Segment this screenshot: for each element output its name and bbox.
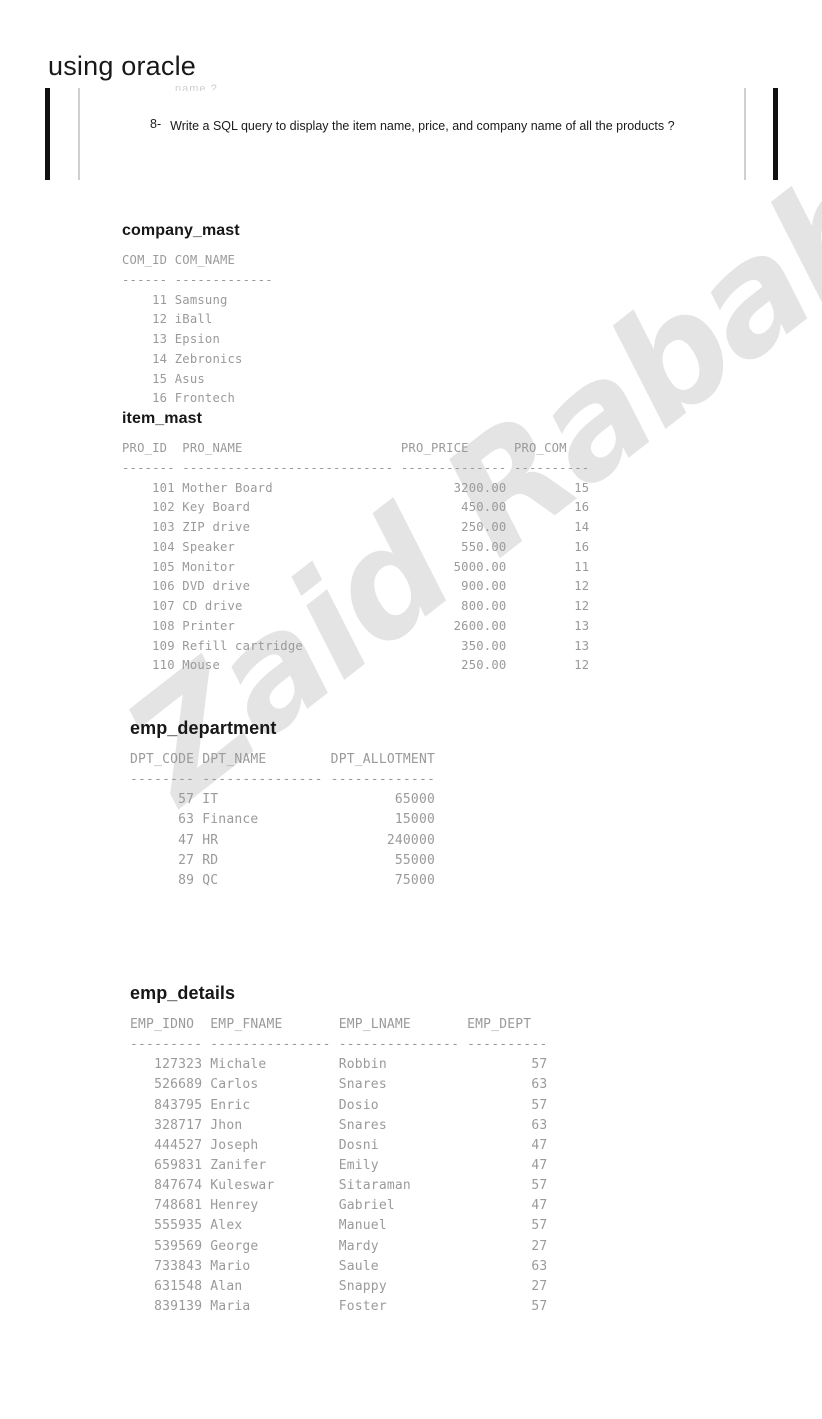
question-text: Write a SQL query to display the item na… [170, 119, 675, 133]
question-number: 8- [150, 116, 162, 131]
question-item: 8- Write a SQL query to display the item… [150, 116, 730, 137]
clipped-text-fragment: name ? [175, 83, 218, 91]
terminal-output-emp-details: EMP_IDNO EMP_FNAME EMP_LNAME EMP_DEPT --… [130, 1017, 548, 1314]
scanned-question-band: name ? 8- Write a SQL query to display t… [40, 83, 782, 180]
terminal-output-company-mast: COM_ID COM_NAME ------ ------------- 11 … [122, 253, 273, 406]
table-block-emp-details: emp_details EMP_IDNO EMP_FNAME EMP_LNAME… [130, 983, 547, 1317]
table-caption-emp-department: emp_department [130, 718, 277, 738]
terminal-output-emp-department: DPT_CODE DPT_NAME DPT_ALLOTMENT --------… [130, 752, 436, 888]
table-block-company-mast: company_mast COM_ID COM_NAME ------ ----… [122, 222, 273, 409]
left-thick-rule [45, 88, 50, 180]
table-caption-item-mast: item_mast [122, 410, 203, 427]
table-block-emp-department: emp_department DPT_CODE DPT_NAME DPT_ALL… [130, 718, 435, 891]
page-title: using oracle [48, 51, 196, 81]
right-thick-rule [773, 88, 778, 180]
table-block-item-mast: item_mast PRO_ID PRO_NAME PRO_PRICE PRO_… [122, 410, 589, 676]
right-thin-rule [744, 88, 746, 180]
left-thin-rule [78, 88, 80, 180]
terminal-output-item-mast: PRO_ID PRO_NAME PRO_PRICE PRO_COM ------… [122, 441, 590, 673]
table-caption-company-mast: company_mast [122, 222, 240, 239]
table-caption-emp-details: emp_details [130, 983, 236, 1003]
